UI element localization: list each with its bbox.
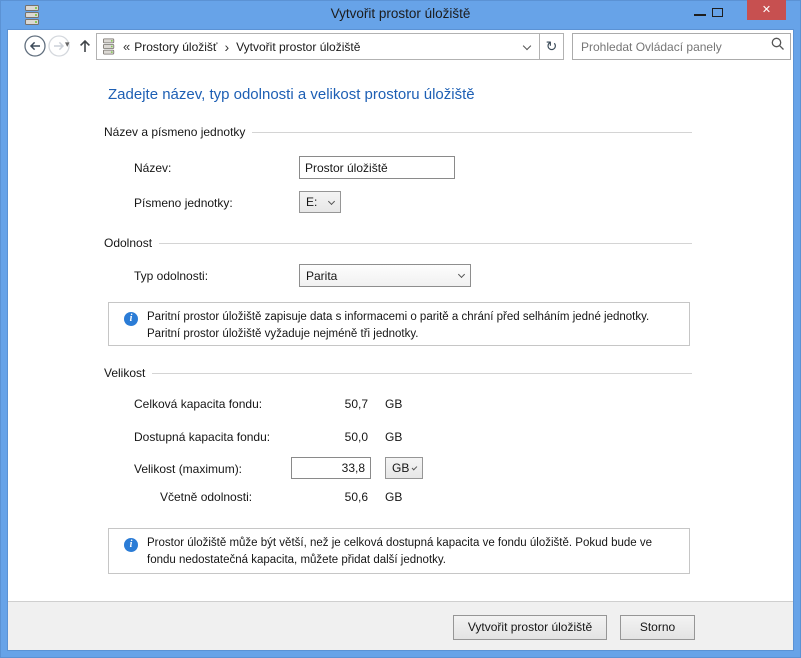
window-title: Vytvořit prostor úložiště (330, 6, 471, 21)
breadcrumb: « Prostory úložišť › Vytvořit prostor úl… (96, 33, 540, 60)
storage-spaces-app-icon (25, 5, 40, 25)
minimize-button[interactable] (694, 14, 706, 16)
info-icon: i (124, 538, 138, 552)
pool-available-capacity-unit: GB (385, 430, 403, 444)
pool-available-capacity-label: Dostupná kapacita fondu: (134, 430, 271, 444)
section-size-header: Velikost (104, 366, 692, 380)
drive-letter-select[interactable]: E: (299, 191, 341, 213)
section-name-drive-header: Název a písmeno jednotky (104, 125, 692, 139)
up-arrow-icon (80, 39, 90, 52)
chevron-down-icon (411, 464, 418, 470)
resiliency-type-label: Typ odolnosti: (134, 269, 209, 283)
chevron-down-icon (457, 270, 466, 279)
size-maximum-input[interactable] (291, 457, 371, 479)
section-resiliency-header: Odolnost (104, 236, 692, 250)
chevron-down-icon (327, 197, 336, 205)
name-input[interactable] (299, 156, 455, 179)
maximize-button[interactable] (712, 8, 723, 17)
section-name-drive-title: Název a písmeno jednotky (104, 125, 246, 139)
resiliency-info-box: i Paritní prostor úložiště zapisuje data… (108, 302, 690, 346)
pool-total-capacity-value: 50,7 (344, 397, 368, 411)
name-label: Název: (134, 161, 172, 175)
titlebar: Vytvořit prostor úložiště ✕ (0, 0, 801, 30)
drive-letter-value: E: (306, 195, 318, 209)
refresh-icon: ↻ (545, 38, 558, 54)
resiliency-type-select[interactable]: Parita (299, 264, 471, 287)
size-info-box: i Prostor úložiště může být větší, než j… (108, 528, 690, 574)
breadcrumb-item-prostory-ulozist[interactable]: Prostory úložišť (134, 40, 217, 54)
pool-available-capacity-value: 50,0 (344, 430, 368, 444)
refresh-button[interactable]: ↻ (539, 33, 564, 60)
section-resiliency-title: Odolnost (104, 236, 153, 250)
including-resiliency-value: 50,6 (344, 490, 368, 504)
breadcrumb-storage-icon (103, 38, 115, 55)
back-button[interactable] (24, 35, 46, 57)
size-info-text: Prostor úložiště může být větší, než je … (147, 537, 653, 566)
up-button[interactable] (76, 35, 94, 62)
search-input[interactable] (573, 39, 766, 54)
pool-total-capacity-label: Celková kapacita fondu: (134, 397, 263, 411)
window-body: ▾ « Prostory úložišť › Vytvořit prostor … (8, 30, 793, 650)
drive-letter-label: Písmeno jednotky: (134, 196, 233, 210)
search-box (572, 33, 791, 60)
breadcrumb-separator-icon: › (224, 38, 230, 55)
create-storage-space-button[interactable]: Vytvořit prostor úložiště (453, 615, 607, 640)
section-divider (159, 242, 692, 244)
cancel-button[interactable]: Storno (620, 615, 695, 640)
navigation-bar: ▾ « Prostory úložišť › Vytvořit prostor … (8, 30, 793, 62)
recent-pages-dropdown[interactable]: ▾ (65, 39, 70, 50)
back-icon (24, 35, 46, 57)
breadcrumb-overflow-chevron[interactable]: « (123, 39, 130, 54)
main-content: Zadejte název, typ odolnosti a velikost … (8, 62, 793, 650)
size-unit-value: GB (392, 461, 410, 475)
size-maximum-label: Velikost (maximum): (134, 462, 243, 476)
section-size-title: Velikost (104, 366, 146, 380)
pool-total-capacity-unit: GB (385, 397, 403, 411)
resiliency-info-text: Paritní prostor úložiště zapisuje data s… (147, 311, 650, 340)
address-dropdown-chevron-icon[interactable] (522, 41, 532, 50)
close-button[interactable]: ✕ (747, 0, 786, 20)
breadcrumb-item-current[interactable]: Vytvořit prostor úložiště (236, 40, 360, 54)
section-divider (152, 372, 692, 374)
including-resiliency-unit: GB (385, 490, 403, 504)
size-unit-select[interactable]: GB (385, 457, 423, 479)
page-title: Zadejte název, typ odolnosti a velikost … (108, 86, 475, 103)
info-icon: i (124, 312, 138, 326)
close-icon: ✕ (761, 4, 772, 16)
footer: Vytvořit prostor úložiště Storno (8, 602, 793, 650)
section-divider (252, 131, 692, 133)
search-icon[interactable] (766, 37, 790, 56)
resiliency-type-value: Parita (306, 268, 338, 283)
create-storage-space-window: Vytvořit prostor úložiště ✕ ▾ « Prostory… (0, 0, 801, 658)
including-resiliency-label: Včetně odolnosti: (160, 490, 253, 504)
